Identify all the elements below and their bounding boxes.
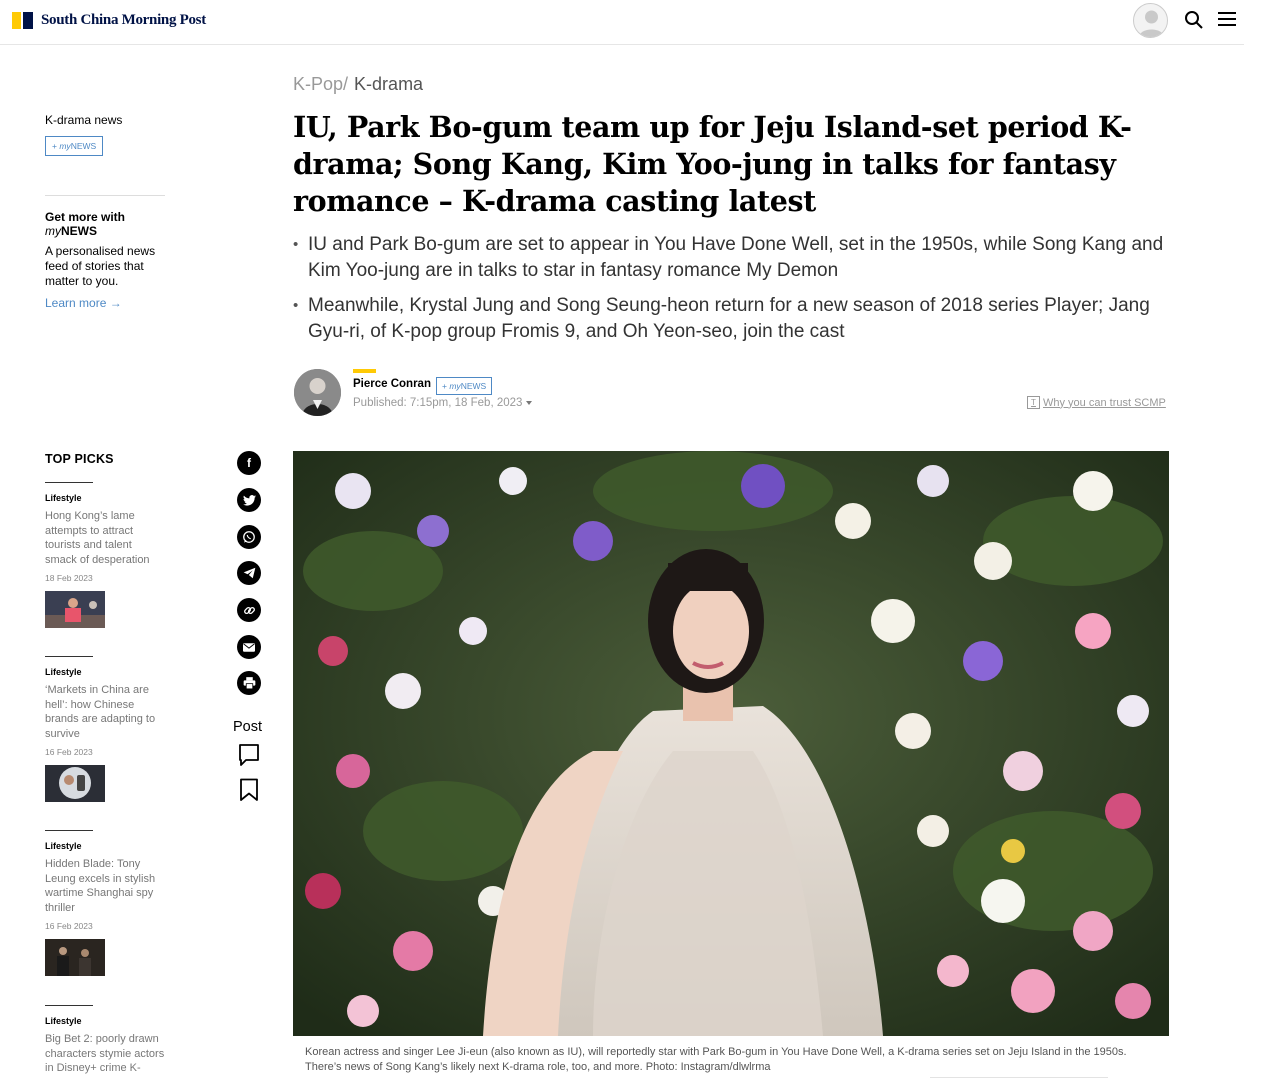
whatsapp-icon[interactable] (237, 525, 261, 549)
pick-category[interactable]: Lifestyle (45, 1016, 165, 1026)
pick-title[interactable]: Big Bet 2: poorly drawn characters stymi… (45, 1032, 165, 1076)
breadcrumb: K-Pop/K-drama (293, 74, 424, 94)
pick-thumbnail[interactable] (45, 939, 105, 976)
mynews-promo: Get more with myNEWS A personalised news… (45, 210, 170, 310)
author-accent-bar (353, 369, 376, 373)
follow-author-mynews-button[interactable]: + myNEWS (436, 377, 493, 395)
list-item[interactable]: Lifestyle ‘Markets in China are hell’: h… (45, 656, 165, 807)
arrow-right-icon: → (109, 296, 122, 310)
pick-date: 16 Feb 2023 (45, 921, 93, 931)
article-headline: IU, Park Bo-gum team up for Jeju Island-… (293, 110, 1132, 218)
facebook-icon[interactable]: f (237, 451, 261, 475)
user-avatar-button[interactable] (1133, 3, 1168, 38)
sidebar-section: K-drama news + myNEWS (45, 113, 170, 156)
summary-bullet: Meanwhile, Krystal Jung and Song Seung-h… (293, 293, 1173, 345)
trust-icon: T (1027, 396, 1040, 409)
user-icon (1139, 10, 1164, 37)
pick-title[interactable]: Hidden Blade: Tony Leung excels in styli… (45, 857, 165, 915)
pick-title[interactable]: ‘Markets in China are hell’: how Chinese… (45, 683, 165, 741)
site-header: South China Morning Post (0, 0, 1244, 45)
promo-title: Get more with myNEWS (45, 210, 126, 238)
image-caption: Korean actress and singer Lee Ji-eun (al… (305, 1046, 1127, 1073)
trust-scmp-link[interactable]: T Why you can trust SCMP (1027, 396, 1166, 409)
list-item[interactable]: Lifestyle Hidden Blade: Tony Leung excel… (45, 830, 165, 981)
pick-category[interactable]: Lifestyle (45, 841, 165, 851)
add-to-mynews-button[interactable]: + myNEWS (45, 136, 104, 156)
email-icon[interactable] (237, 635, 261, 659)
link-icon[interactable] (237, 598, 261, 622)
published-date[interactable]: Published: 7:15pm, 18 Feb, 2023 (353, 397, 533, 409)
breadcrumb-parent[interactable]: K-Pop (293, 74, 343, 94)
author-name[interactable]: Pierce Conran (353, 378, 431, 390)
pick-thumbnail[interactable] (45, 591, 105, 628)
promo-body: A personalised news feed of stories that… (45, 244, 156, 288)
print-icon[interactable] (237, 671, 261, 695)
pick-title[interactable]: Hong Kong’s lame attempts to attract tou… (45, 509, 165, 567)
notification-dot (1161, 4, 1166, 9)
twitter-icon[interactable] (237, 488, 261, 512)
article-summary: IU and Park Bo-gum are set to appear in … (293, 232, 1173, 354)
pick-date: 16 Feb 2023 (45, 747, 93, 757)
section-label[interactable]: K-drama news (45, 113, 170, 127)
search-icon[interactable] (1184, 10, 1204, 30)
bookmark-icon[interactable] (239, 778, 259, 802)
divider (45, 195, 165, 196)
pick-category[interactable]: Lifestyle (45, 667, 165, 677)
summary-bullet: IU and Park Bo-gum are set to appear in … (293, 232, 1173, 284)
pick-date: 18 Feb 2023 (45, 573, 93, 583)
hero-image[interactable] (293, 451, 1169, 1036)
hamburger-menu-icon[interactable] (1218, 12, 1236, 28)
author-avatar[interactable] (294, 369, 341, 416)
pick-thumbnail[interactable] (45, 765, 105, 802)
floating-panel-edge (930, 1077, 1108, 1083)
post-label: Post (233, 719, 263, 735)
list-item[interactable]: Lifestyle Big Bet 2: poorly drawn charac… (45, 1005, 165, 1076)
chevron-down-icon (526, 400, 533, 405)
list-item[interactable]: Lifestyle Hong Kong’s lame attempts to a… (45, 482, 165, 633)
comment-icon[interactable] (238, 743, 260, 767)
logo-yellow-block (12, 12, 21, 29)
logo-navy-block (23, 12, 33, 29)
telegram-icon[interactable] (237, 561, 261, 585)
breadcrumb-current[interactable]: K-drama (354, 74, 423, 94)
brand-name: South China Morning Post (41, 12, 206, 28)
pick-category[interactable]: Lifestyle (45, 493, 165, 503)
learn-more-link[interactable]: Learn more → (45, 296, 170, 310)
site-logo[interactable]: South China Morning Post (12, 12, 206, 29)
top-picks-heading: TOP PICKS (45, 452, 114, 466)
